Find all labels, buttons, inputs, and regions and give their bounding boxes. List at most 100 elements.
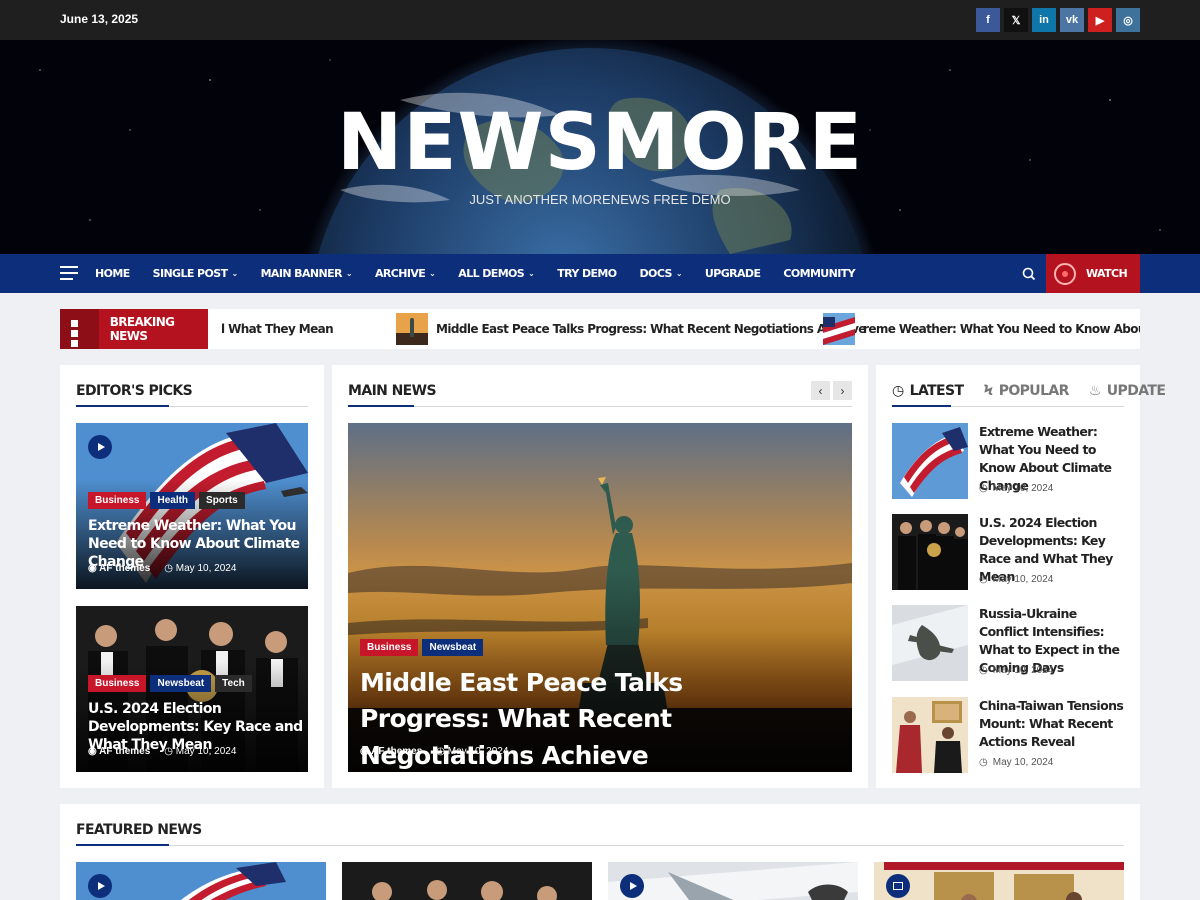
main-post-card[interactable]: Business Newsbeat Middle East Peace Talk… — [348, 423, 852, 772]
facebook-icon[interactable]: f — [976, 8, 1000, 32]
post-card[interactable]: Business Health Sports Extreme Weather: … — [76, 423, 308, 589]
post-thumbnail — [892, 697, 968, 773]
clock-icon: ◷ — [892, 383, 904, 399]
ticker-item[interactable]: l What They Mean — [221, 309, 334, 349]
chevron-down-icon: ⌄ — [231, 269, 238, 278]
post-title[interactable]: China-Taiwan Tensions Mount: What Recent… — [979, 697, 1127, 751]
author-name: AF themes — [99, 563, 151, 574]
nav-item-archive[interactable]: ARCHIVE ⌄ — [375, 267, 436, 280]
chevron-down-icon: ⌄ — [429, 269, 436, 278]
author-name: AF themes — [371, 746, 423, 757]
ticker-item-text: l What They Mean — [221, 322, 334, 336]
nav-item-single-post[interactable]: SINGLE POST ⌄ — [153, 267, 239, 280]
nav-item-docs[interactable]: DOCS ⌄ — [639, 267, 683, 280]
date-text: May 10, 2024 — [175, 746, 237, 757]
post-author[interactable]: ◉ AF themes — [360, 746, 422, 757]
chevron-right-icon[interactable]: › — [833, 381, 852, 400]
section-title: MAIN NEWS — [348, 383, 437, 399]
bolt-icon: ϟ — [983, 383, 993, 399]
nav-item-main-banner[interactable]: MAIN BANNER ⌄ — [261, 267, 353, 280]
section-divider — [76, 845, 1124, 846]
site-tagline: JUST ANOTHER MORENEWS FREE DEMO — [469, 192, 731, 207]
breaking-news-label-box: BREAKING NEWS — [60, 309, 208, 349]
site-logo[interactable]: NEWSMORE — [0, 98, 1200, 188]
vk-icon[interactable]: vk — [1060, 8, 1084, 32]
post-date: ◷ May 10, 2024 — [979, 574, 1053, 585]
tag-business[interactable]: Business — [360, 639, 419, 656]
chevron-left-icon[interactable]: ‹ — [811, 381, 830, 400]
tag-newsbeat[interactable]: Newsbeat — [150, 675, 212, 692]
clock-icon: ◷ — [979, 483, 988, 494]
post-date: ◷ May 10, 2024 — [979, 665, 1053, 676]
instagram-icon[interactable]: ◎ — [1116, 8, 1140, 32]
watch-label: WATCH — [1086, 267, 1128, 280]
tab-popular[interactable]: ϟ POPULAR — [983, 383, 1069, 399]
section-underline — [892, 405, 951, 407]
featured-news-section: FEATURED NEWS — [60, 804, 1140, 900]
tag-sports[interactable]: Sports — [199, 492, 245, 509]
list-item[interactable]: China-Taiwan Tensions Mount: What Recent… — [892, 697, 1124, 773]
featured-post-card[interactable] — [76, 862, 326, 900]
ticker-item[interactable]: reme Weather: What You Need to Know Abou… — [823, 309, 1140, 349]
editors-picks-section: EDITOR'S PICKS Business Health Sports Ex… — [60, 365, 324, 788]
post-card[interactable]: Business Newsbeat Tech U.S. 2024 Electio… — [76, 606, 308, 772]
post-author[interactable]: ◉ AF themes — [88, 563, 150, 574]
tab-update[interactable]: ♨ UPDATE — [1088, 383, 1166, 399]
ticker-item[interactable]: Middle East Peace Talks Progress: What R… — [396, 309, 866, 349]
date-text: May 10, 2024 — [992, 574, 1054, 585]
section-divider — [348, 406, 852, 407]
post-author[interactable]: ◉ AF themes — [88, 746, 150, 757]
ticker-thumbnail — [396, 313, 428, 345]
youtube-icon[interactable]: ▶ — [1088, 8, 1112, 32]
post-date: ◷ May 10, 2024 — [979, 757, 1053, 768]
tag-health[interactable]: Health — [150, 492, 196, 509]
tag-tech[interactable]: Tech — [215, 675, 252, 692]
chevron-down-icon: ⌄ — [675, 269, 683, 278]
watch-button[interactable]: WATCH — [1046, 254, 1140, 293]
search-icon[interactable] — [1020, 265, 1038, 283]
nav-item-upgrade[interactable]: UPGRADE — [704, 267, 761, 280]
tab-label: UPDATE — [1106, 383, 1166, 399]
flame-icon: ♨ — [1088, 383, 1102, 399]
tab-latest[interactable]: ◷ LATEST — [892, 383, 964, 399]
list-item[interactable]: U.S. 2024 Election Developments: Key Rac… — [892, 514, 1124, 590]
main-navigation: HOME SINGLE POST ⌄ MAIN BANNER ⌄ ARCHIVE ⌄ … — [0, 254, 1200, 293]
post-meta: ◉ AF themes ◷ May 10, 2024 — [88, 746, 236, 757]
list-item[interactable]: Extreme Weather: What You Need to Know A… — [892, 423, 1124, 499]
list-item[interactable]: Russia-Ukraine Conflict Intensifies: Wha… — [892, 605, 1124, 681]
record-icon — [1054, 262, 1076, 285]
tag-business[interactable]: Business — [88, 675, 147, 692]
nav-label: UPGRADE — [704, 267, 761, 280]
post-date: ◷ May 10, 2024 — [164, 746, 237, 757]
breaking-news-ticker: BREAKING NEWS l What They Mean Middle Ea… — [60, 309, 1140, 349]
date-text: May 10, 2024 — [447, 746, 509, 757]
post-tags: Business Newsbeat Tech — [88, 675, 252, 692]
x-icon[interactable]: 𝕏 — [1004, 8, 1028, 32]
play-video-icon[interactable] — [88, 435, 112, 459]
nav-item-community[interactable]: COMMUNITY — [783, 267, 855, 280]
featured-post-card[interactable] — [874, 862, 1124, 900]
play-video-icon[interactable] — [88, 874, 112, 898]
post-tags: Business Newsbeat — [360, 639, 484, 656]
ticker-thumbnail — [823, 313, 855, 345]
post-date: ◷ May 10, 2024 — [436, 746, 509, 757]
current-date: June 13, 2025 — [60, 12, 139, 26]
nav-item-all-demos[interactable]: ALL DEMOS ⌄ — [458, 267, 535, 280]
tag-business[interactable]: Business — [88, 492, 147, 509]
tag-newsbeat[interactable]: Newsbeat — [422, 639, 484, 656]
nav-item-home[interactable]: HOME — [95, 267, 130, 280]
ticker-items: l What They Mean Middle East Peace Talks… — [208, 309, 1140, 349]
post-thumbnail — [892, 423, 968, 499]
date-text: May 10, 2024 — [175, 563, 237, 574]
play-video-icon[interactable] — [620, 874, 644, 898]
nav-label: DOCS — [639, 267, 673, 280]
nav-label: TRY DEMO — [557, 267, 617, 280]
image-gallery-icon[interactable] — [886, 874, 910, 898]
featured-post-card[interactable] — [342, 862, 592, 900]
nav-item-try-demo[interactable]: TRY DEMO — [557, 267, 617, 280]
linkedin-icon[interactable]: in — [1032, 8, 1056, 32]
featured-post-card[interactable] — [608, 862, 858, 900]
author-name: AF themes — [99, 746, 151, 757]
nav-label: HOME — [95, 267, 130, 280]
menu-hamburger-icon[interactable] — [60, 266, 78, 280]
